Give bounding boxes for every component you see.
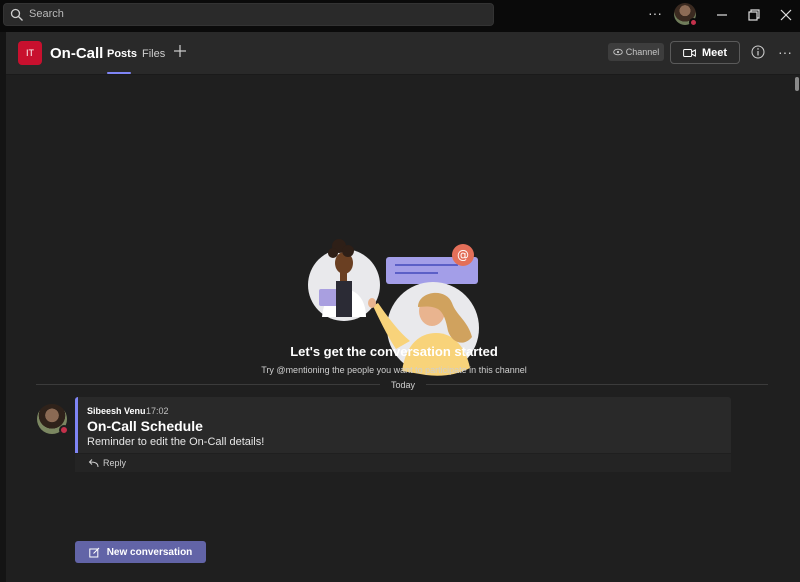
new-conversation-button[interactable]: New conversation bbox=[75, 541, 206, 563]
channel-header: IT On-Call Posts Files Channel Meet ··· bbox=[6, 32, 800, 75]
date-divider-label: Today bbox=[380, 380, 426, 390]
meet-button[interactable]: Meet bbox=[670, 41, 740, 64]
message-timestamp: 17:02 bbox=[146, 406, 169, 416]
new-conversation-label: New conversation bbox=[106, 546, 193, 558]
scrollbar-thumb[interactable] bbox=[795, 77, 799, 91]
add-tab-icon[interactable] bbox=[173, 44, 187, 58]
message-subject: On-Call Schedule bbox=[87, 418, 203, 434]
author-avatar[interactable] bbox=[37, 404, 69, 435]
message-author[interactable]: Sibeesh Venu bbox=[87, 406, 146, 416]
eye-icon bbox=[612, 48, 623, 56]
search-placeholder: Search bbox=[29, 8, 64, 20]
compose-icon bbox=[89, 547, 100, 557]
channel-info-pill[interactable]: Channel bbox=[608, 43, 664, 61]
team-avatar[interactable]: IT bbox=[18, 41, 42, 65]
search-icon bbox=[10, 8, 23, 21]
channel-name: On-Call bbox=[50, 45, 104, 62]
empty-state-title: Let's get the conversation started bbox=[290, 344, 498, 359]
minimize-icon[interactable] bbox=[713, 6, 731, 24]
presence-busy-icon bbox=[59, 425, 69, 435]
meet-label: Meet bbox=[701, 46, 728, 59]
title-bar: Search ··· bbox=[0, 0, 800, 32]
reply-bar[interactable]: Reply bbox=[75, 454, 731, 472]
info-icon[interactable] bbox=[751, 45, 765, 59]
reply-label: Reply bbox=[103, 458, 127, 468]
close-icon[interactable] bbox=[777, 6, 795, 24]
svg-text:@: @ bbox=[457, 248, 469, 262]
presence-busy-icon bbox=[689, 18, 698, 27]
video-camera-icon bbox=[683, 48, 696, 57]
search-box[interactable]: Search bbox=[3, 3, 494, 26]
channel-pill-label: Channel bbox=[625, 47, 660, 57]
reply-icon bbox=[88, 459, 99, 468]
message-card[interactable]: Sibeesh Venu 17:02 On-Call Schedule Remi… bbox=[75, 397, 731, 453]
teams-window: Search ··· IT On-Call Posts Files Channe… bbox=[0, 0, 800, 582]
tab-files[interactable]: Files bbox=[142, 48, 165, 60]
channel-more-icon[interactable]: ··· bbox=[778, 44, 792, 60]
tab-posts[interactable]: Posts bbox=[107, 48, 137, 60]
posts-pane: @ Let's get the conversation started Try… bbox=[6, 75, 800, 582]
profile-avatar[interactable] bbox=[674, 3, 698, 27]
empty-state-subtitle: Try @mentioning the people you want to p… bbox=[261, 365, 527, 375]
message-body: Reminder to edit the On-Call details! bbox=[87, 436, 265, 448]
restore-icon[interactable] bbox=[745, 6, 763, 24]
active-tab-indicator bbox=[107, 72, 131, 74]
more-options-icon[interactable]: ··· bbox=[648, 6, 664, 22]
